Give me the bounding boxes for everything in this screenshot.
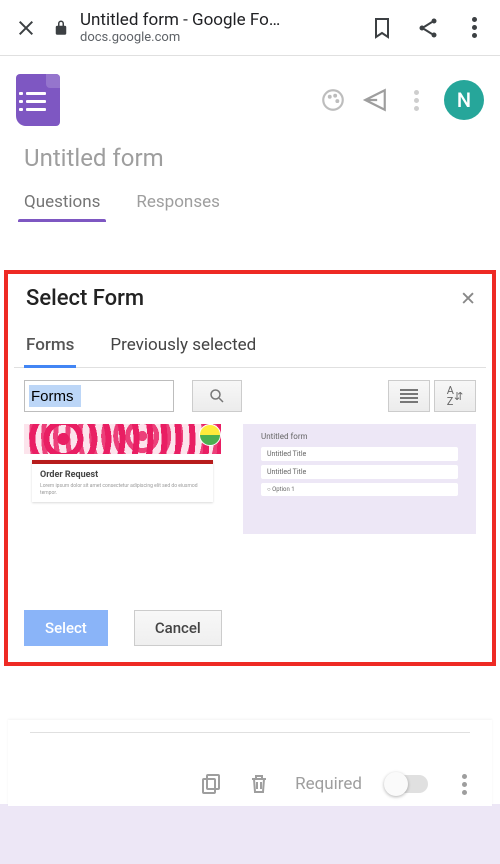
url-block[interactable]: Untitled form - Google Fo… docs.google.c… bbox=[52, 10, 356, 45]
required-toggle[interactable] bbox=[386, 775, 428, 793]
browser-chrome: Untitled form - Google Fo… docs.google.c… bbox=[0, 0, 500, 56]
delete-icon[interactable] bbox=[247, 772, 271, 796]
modal-title: Select Form bbox=[26, 286, 144, 311]
modal-tab-forms[interactable]: Forms bbox=[26, 335, 74, 367]
thumb-line: Untitled Title bbox=[261, 447, 458, 461]
form-thumb-untitled[interactable]: Untitled form Untitled Title Untitled Ti… bbox=[243, 424, 476, 534]
send-icon[interactable] bbox=[362, 87, 388, 113]
modal-footer: Select Cancel bbox=[24, 610, 222, 646]
sort-az-icon: AZ bbox=[447, 385, 454, 407]
thumb-title: Untitled form bbox=[261, 432, 458, 441]
question-menu-icon[interactable] bbox=[452, 772, 476, 796]
lock-icon bbox=[52, 19, 70, 37]
page-title: Untitled form - Google Fo… bbox=[80, 10, 280, 30]
palette-icon[interactable] bbox=[320, 87, 346, 113]
modal-close-icon[interactable]: ✕ bbox=[460, 287, 476, 310]
avatar[interactable]: N bbox=[444, 80, 484, 120]
app-menu-icon[interactable] bbox=[404, 88, 428, 112]
form-title[interactable]: Untitled form bbox=[0, 136, 500, 186]
modal-toolbar: AZ⇵ bbox=[14, 368, 486, 424]
browser-menu-icon[interactable] bbox=[462, 16, 486, 40]
bookmark-icon[interactable] bbox=[370, 16, 394, 40]
cancel-button[interactable]: Cancel bbox=[134, 610, 222, 646]
app-bar: N bbox=[0, 56, 500, 136]
question-card-footer: Required bbox=[8, 720, 492, 806]
required-label: Required bbox=[295, 774, 362, 794]
share-icon[interactable] bbox=[416, 16, 440, 40]
tab-responses[interactable]: Responses bbox=[132, 186, 223, 222]
modal-tab-previous[interactable]: Previously selected bbox=[110, 335, 256, 367]
select-form-modal: Select Form ✕ Forms Previously selected … bbox=[4, 270, 496, 666]
status-dot-icon bbox=[199, 424, 221, 446]
select-button[interactable]: Select bbox=[24, 610, 108, 646]
form-thumb-order[interactable]: Order RequestLorem ipsum dolor sit amet … bbox=[24, 424, 221, 534]
form-tabs: Questions Responses bbox=[0, 186, 500, 223]
search-button[interactable] bbox=[192, 380, 242, 412]
thumb-title: Order Request bbox=[40, 470, 205, 480]
sort-button[interactable]: AZ⇵ bbox=[434, 380, 476, 412]
page-url: docs.google.com bbox=[80, 30, 280, 45]
thumb-line: Untitled Title bbox=[261, 465, 458, 479]
list-view-button[interactable] bbox=[388, 380, 430, 412]
modal-tabs: Forms Previously selected bbox=[14, 313, 486, 368]
close-icon[interactable] bbox=[14, 16, 38, 40]
gallery: Order RequestLorem ipsum dolor sit amet … bbox=[14, 424, 486, 534]
search-icon bbox=[208, 387, 226, 405]
forms-logo-icon[interactable] bbox=[16, 74, 60, 126]
tab-questions[interactable]: Questions bbox=[20, 186, 104, 222]
duplicate-icon[interactable] bbox=[199, 772, 223, 796]
search-input[interactable] bbox=[24, 380, 174, 412]
list-icon bbox=[400, 389, 418, 403]
